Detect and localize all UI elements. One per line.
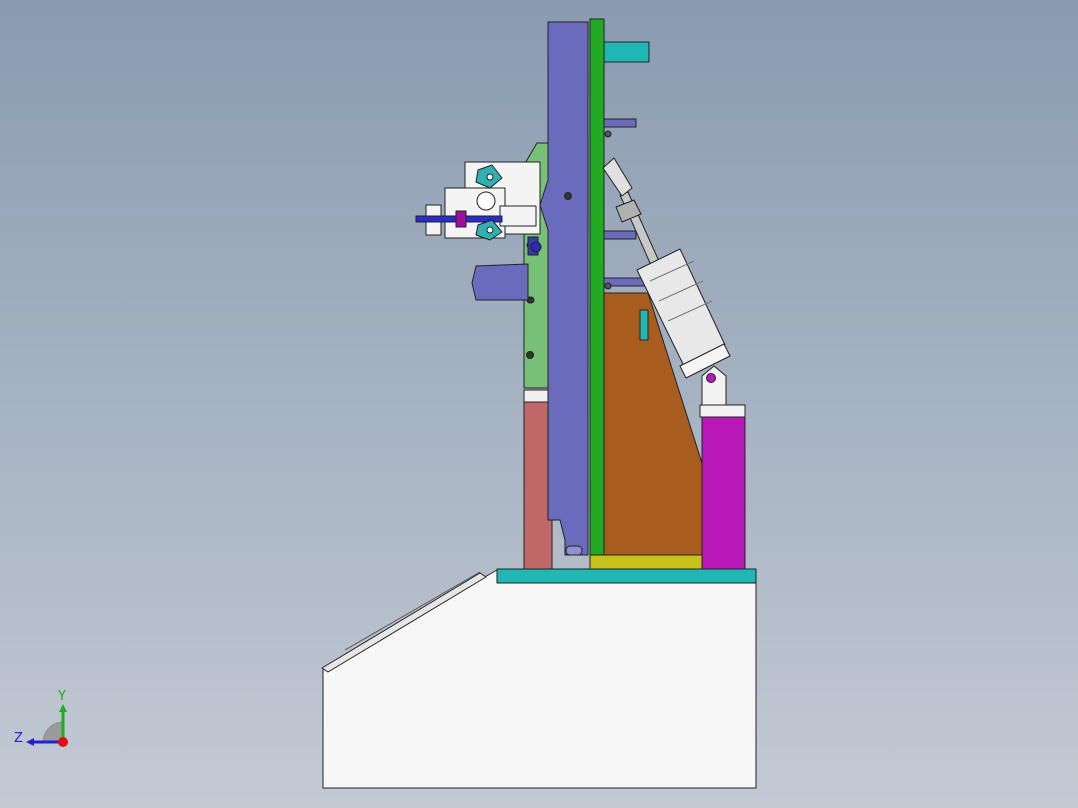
round-locator [471, 263, 529, 301]
fixture-side-view [321, 18, 757, 789]
base-cabinet [322, 569, 757, 789]
back-plate [589, 18, 605, 556]
top-tab [603, 41, 650, 63]
clamp-nose [499, 205, 537, 227]
rod-end-clevis [602, 157, 633, 197]
clamp-pivot [476, 191, 496, 211]
pivot-bracket [701, 365, 727, 406]
y-axis-label: Y [58, 689, 66, 704]
pin [603, 230, 637, 240]
clamp-screw [455, 210, 467, 228]
base-plate [496, 568, 757, 584]
z-axis-label: Z [14, 731, 23, 746]
support-block [701, 415, 746, 570]
pin [603, 118, 637, 128]
cad-viewport[interactable]: Y Z [0, 0, 1078, 808]
x-axis-dot [58, 737, 68, 747]
